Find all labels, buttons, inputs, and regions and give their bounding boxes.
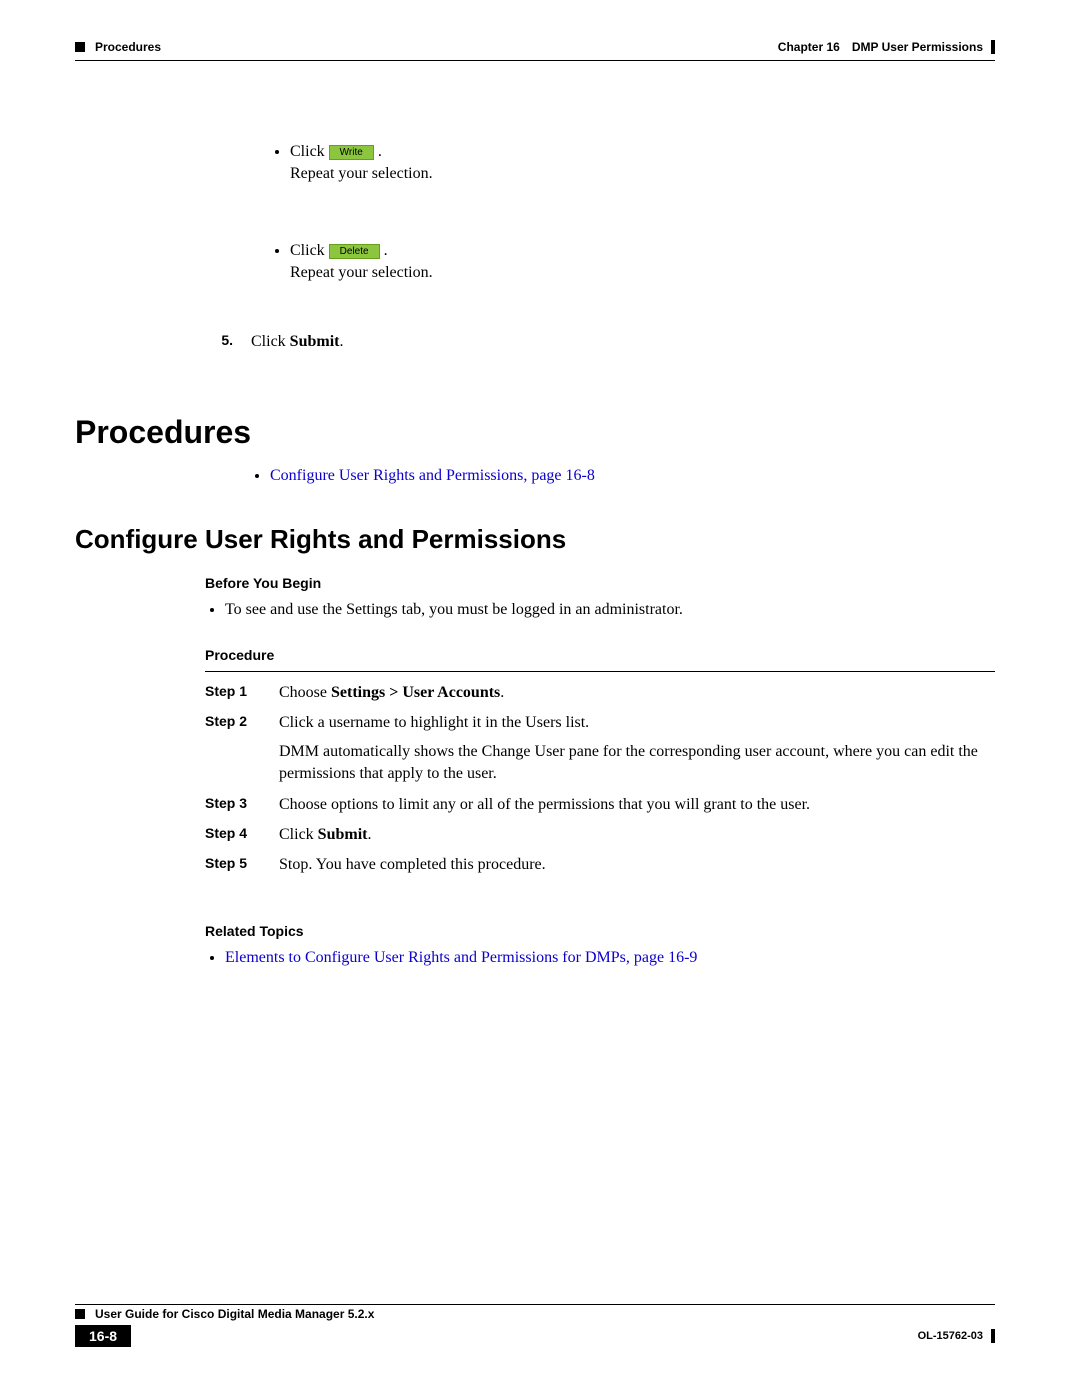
step-1-text-b: Settings > User Accounts bbox=[331, 684, 500, 701]
step-1-text-c: . bbox=[500, 684, 504, 701]
text-repeat-1: Repeat your selection. bbox=[290, 165, 433, 182]
step-1-label: Step 1 bbox=[205, 682, 279, 704]
related-bullet: Elements to Configure User Rights and Pe… bbox=[225, 947, 995, 969]
header-left: Procedures bbox=[75, 40, 161, 54]
step-4-row: Step 4 Click Submit. bbox=[205, 824, 995, 846]
header-rule bbox=[75, 60, 995, 61]
footer-page-number: 16-8 bbox=[75, 1325, 131, 1347]
top-continuation: Click Write . Repeat your selection. Cli… bbox=[270, 141, 995, 283]
heading-procedures: Procedures bbox=[75, 414, 995, 451]
footer-doc-number: OL-15762-03 bbox=[918, 1330, 983, 1342]
bullet-link-config: Configure User Rights and Permissions, p… bbox=[270, 465, 995, 487]
footer-square-icon bbox=[75, 1309, 85, 1319]
step-5-text-a: Click bbox=[251, 333, 290, 350]
step-4-text-a: Click bbox=[279, 826, 318, 843]
text-click-delete: Click bbox=[290, 242, 329, 259]
subhead-related-topics: Related Topics bbox=[205, 923, 995, 939]
link-configure-user-rights[interactable]: Configure User Rights and Permissions, p… bbox=[270, 467, 595, 484]
bullet-write: Click Write . Repeat your selection. bbox=[290, 141, 995, 184]
step-5-row-procedure: Step 5 Stop. You have completed this pro… bbox=[205, 854, 995, 876]
page-footer: User Guide for Cisco Digital Media Manag… bbox=[75, 1304, 995, 1347]
step-4-text-b: Submit bbox=[318, 826, 368, 843]
footer-book-title: User Guide for Cisco Digital Media Manag… bbox=[95, 1307, 374, 1321]
step-1-row: Step 1 Choose Settings > User Accounts. bbox=[205, 682, 995, 704]
footer-bar-icon bbox=[991, 1329, 995, 1343]
step-5-text-b: Submit bbox=[290, 333, 340, 350]
text-repeat-2: Repeat your selection. bbox=[290, 264, 433, 281]
header-chapter-title: DMP User Permissions bbox=[852, 40, 983, 54]
step-3-label: Step 3 bbox=[205, 794, 279, 816]
subhead-procedure: Procedure bbox=[205, 647, 995, 663]
procedure-rule bbox=[205, 671, 995, 672]
link-elements-dmps[interactable]: Elements to Configure User Rights and Pe… bbox=[225, 949, 697, 966]
header-chapter: Chapter 16 bbox=[778, 40, 840, 54]
before-bullet: To see and use the Settings tab, you mus… bbox=[225, 599, 995, 621]
step-5-text-c: . bbox=[339, 333, 343, 350]
step-4-text-c: . bbox=[367, 826, 371, 843]
subhead-before-you-begin: Before You Begin bbox=[205, 575, 995, 591]
delete-button[interactable]: Delete bbox=[329, 244, 380, 259]
step-5-text-procedure: Stop. You have completed this procedure. bbox=[279, 854, 995, 876]
step-5-label-procedure: Step 5 bbox=[205, 854, 279, 876]
write-button[interactable]: Write bbox=[329, 145, 374, 160]
page-header: Procedures Chapter 16 DMP User Permissio… bbox=[75, 40, 995, 54]
header-square-icon bbox=[75, 42, 85, 52]
step-5-top: 5. Click Submit. bbox=[205, 331, 995, 353]
text-click-write: Click bbox=[290, 143, 329, 160]
text-period: . bbox=[378, 143, 382, 160]
text-period-2: . bbox=[384, 242, 388, 259]
header-bar-icon bbox=[991, 40, 995, 54]
step-4-label: Step 4 bbox=[205, 824, 279, 846]
heading-configure-user-rights: Configure User Rights and Permissions bbox=[75, 524, 995, 555]
step-2-text-a: Click a username to highlight it in the … bbox=[279, 712, 995, 734]
step-5-number: 5. bbox=[205, 331, 239, 353]
step-3-row: Step 3 Choose options to limit any or al… bbox=[205, 794, 995, 816]
step-3-text: Choose options to limit any or all of th… bbox=[279, 794, 995, 816]
procedure-steps: Step 1 Choose Settings > User Accounts. … bbox=[205, 682, 995, 877]
bullet-delete: Click Delete . Repeat your selection. bbox=[290, 240, 995, 283]
step-2-row: Step 2 Click a username to highlight it … bbox=[205, 712, 995, 785]
header-section-name: Procedures bbox=[95, 40, 161, 54]
step-1-text-a: Choose bbox=[279, 684, 331, 701]
step-2-label: Step 2 bbox=[205, 712, 279, 785]
header-right: Chapter 16 DMP User Permissions bbox=[778, 40, 995, 54]
step-2-text-b: DMM automatically shows the Change User … bbox=[279, 741, 995, 786]
